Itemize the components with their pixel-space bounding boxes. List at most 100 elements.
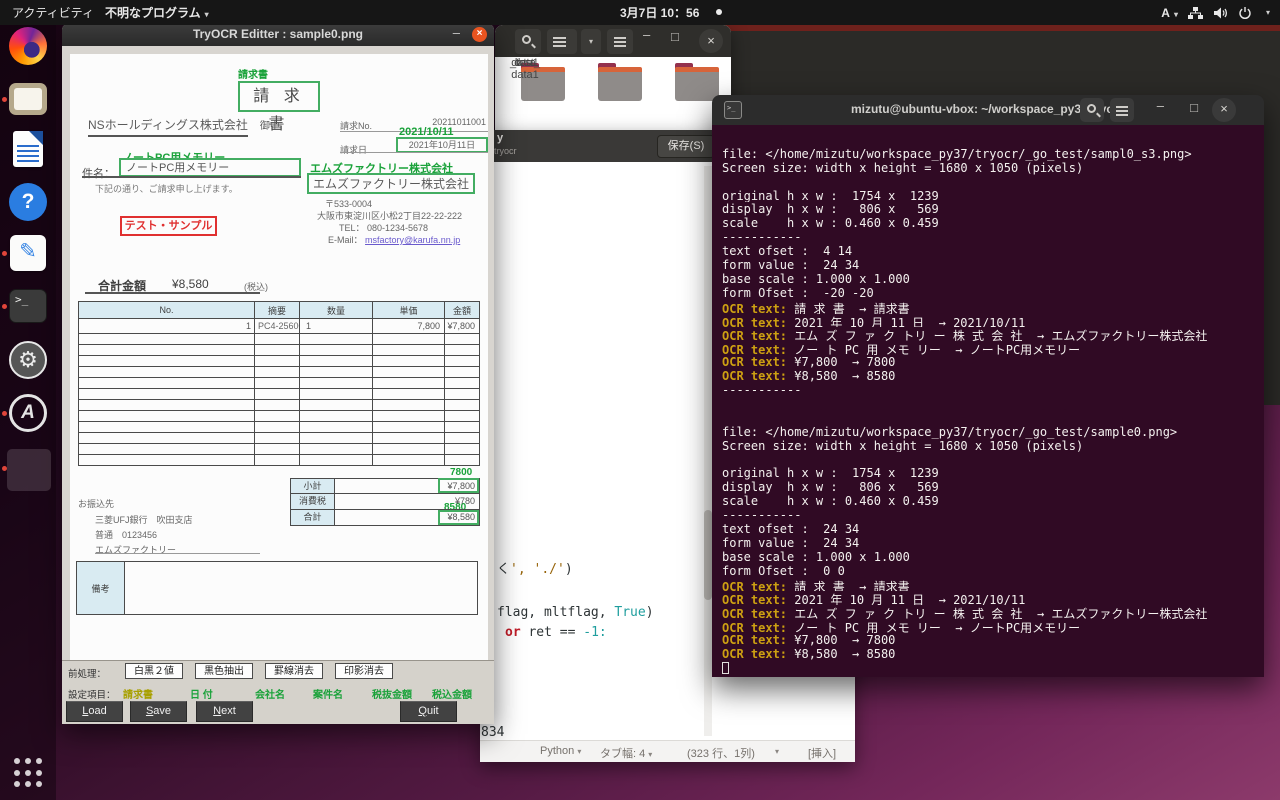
terminal-line: OCR text: ¥8,580 → 8580	[722, 647, 1254, 661]
software-icon: A	[9, 394, 47, 432]
load-button[interactable]: Load	[66, 701, 123, 722]
table-row: 1PC4-25600(DDR4-3200) 16GB SO-DIMM17,800…	[79, 319, 480, 334]
terminal-titlebar[interactable]: >_ mizutu@ubuntu-vbox: ~/workspace_py37/…	[712, 95, 1264, 125]
code-fragment: or ret == -1:	[505, 625, 607, 640]
maximize-icon[interactable]: □	[1190, 100, 1198, 115]
desktop: ▾ – □ × _test_ data1datadata1 y tryocr 保…	[0, 0, 1280, 800]
field-subject[interactable]: 案件名	[313, 686, 343, 701]
terminal-line: scale h x w : 0.460 x 0.459	[722, 494, 1254, 508]
email-link[interactable]: msfactory@karufa.nn.jp	[365, 235, 460, 245]
chevron-down-icon: ▾	[648, 750, 652, 759]
app-menu-button[interactable]: 不明なプログラム▾	[105, 4, 209, 21]
tryocr-window: TryOCR Editter : sample0.png – × 請求書 請 求…	[62, 24, 494, 724]
bank-name: 三菱UFJ銀行 吹田支店	[95, 513, 193, 526]
invoice-canvas[interactable]: 請求書 請 求 書 NSホールディングス株式会社 御中 請求No.2021101…	[62, 46, 494, 660]
next-button[interactable]: Next	[196, 701, 253, 722]
field-date[interactable]: 日 付	[190, 686, 213, 701]
invoice-table-header-row: No.摘要数量単価金額	[79, 302, 480, 319]
clock[interactable]: 3月7日 10：56	[620, 4, 699, 21]
remarks-box: 備考	[76, 561, 478, 615]
tax-row: 消費税¥780	[290, 494, 480, 510]
terminal-output[interactable]: file: </home/mizutu/workspace_py37/tryoc…	[712, 125, 1264, 677]
preprocess-box[interactable]: 罫線消去	[265, 663, 323, 679]
keyboard-layout-indicator[interactable]: A▾	[1161, 6, 1178, 20]
chevron-down-icon[interactable]: ▾	[775, 747, 779, 756]
dock-item-gedit[interactable]: ✎	[9, 234, 47, 272]
terminal-line: form value : 24 34	[722, 536, 1254, 550]
editor-scrollbar-thumb[interactable]	[704, 510, 712, 600]
grand-total-green-box	[438, 510, 479, 525]
tryocr-titlebar[interactable]: TryOCR Editter : sample0.png – ×	[62, 24, 494, 46]
terminal-line: base scale : 1.000 x 1.000	[722, 550, 1254, 564]
dock-item-firefox[interactable]	[9, 27, 47, 65]
invoice-empty-row	[79, 444, 480, 455]
terminal-title: mizutu@ubuntu-vbox: ~/workspace_py37/try…	[712, 102, 1264, 116]
search-icon[interactable]	[1080, 98, 1104, 122]
dock-item-writer[interactable]	[9, 131, 47, 169]
terminal-line: form Ofset : -20 -20	[722, 286, 1254, 300]
minimize-icon[interactable]: –	[453, 25, 460, 40]
column-header: 単価	[373, 302, 445, 319]
maximize-icon[interactable]: □	[671, 29, 679, 44]
power-icon[interactable]	[1238, 6, 1252, 20]
activities-button[interactable]: アクティビティ	[12, 4, 94, 21]
tab-width-selector[interactable]: タブ幅: 4 ▾	[600, 745, 652, 761]
dock-item-app-window[interactable]	[9, 449, 47, 487]
volume-icon[interactable]	[1213, 6, 1228, 20]
network-icon[interactable]	[1188, 6, 1203, 20]
minimize-icon[interactable]: –	[643, 27, 650, 42]
libreoffice-writer-icon	[13, 131, 43, 167]
quit-button[interactable]: Quit	[400, 701, 457, 722]
list-view-icon[interactable]	[547, 29, 577, 54]
save-button[interactable]: 保存(S)	[657, 135, 715, 158]
terminal-line	[722, 661, 1254, 675]
close-icon[interactable]: ×	[1212, 98, 1236, 122]
running-indicator	[2, 251, 7, 256]
field-amount-incl-tax[interactable]: 税込金額	[432, 686, 472, 701]
vendor-box: エムズファクトリー株式会社	[307, 173, 475, 194]
view-options-chevron-icon[interactable]: ▾	[581, 29, 601, 54]
field-invoice-title[interactable]: 請求書	[123, 686, 153, 701]
editor-scrollbar[interactable]	[704, 166, 712, 736]
dock-item-terminal[interactable]: >_	[9, 287, 47, 325]
folder-icon[interactable]	[598, 67, 642, 101]
folder-icon[interactable]	[675, 67, 719, 101]
dock-item-settings[interactable]: ⚙	[9, 341, 47, 379]
preprocess-box[interactable]: 白黒２値	[125, 663, 183, 679]
menu-icon[interactable]	[607, 29, 633, 54]
dock-item-software[interactable]: A	[9, 394, 47, 432]
subject-underline	[82, 160, 301, 178]
preprocess-box[interactable]: 黒色抽出	[195, 663, 253, 679]
field-amount-excl-tax[interactable]: 税抜金額	[372, 686, 412, 701]
field-company[interactable]: 会社名	[255, 686, 285, 701]
insert-mode-indicator[interactable]: [挿入]	[808, 745, 836, 761]
folder-icon[interactable]	[521, 67, 565, 101]
chevron-down-icon[interactable]: ▾	[1266, 8, 1270, 17]
terminal-line: -----------	[722, 383, 1254, 397]
terminal-line: OCR text: ノー ト PC 用 メモ リー → ノートPC用メモリー	[722, 619, 1254, 633]
terminal-line: OCR text: ¥7,800 → 7800	[722, 633, 1254, 647]
dock-item-files[interactable]	[9, 80, 47, 118]
column-header: No.	[79, 302, 255, 319]
terminal-window: >_ mizutu@ubuntu-vbox: ~/workspace_py37/…	[712, 95, 1264, 677]
close-icon[interactable]: ×	[472, 27, 487, 42]
ocr-annotation-subtotal: 7800	[450, 467, 472, 478]
minimize-icon[interactable]: –	[1157, 98, 1164, 113]
save-button[interactable]: Save	[130, 701, 187, 722]
column-header: 摘要	[255, 302, 300, 319]
terminal-line: form value : 24 34	[722, 258, 1254, 272]
files-toolbar: ▾ – □ ×	[495, 25, 731, 57]
dock-item-help[interactable]: ?	[9, 183, 47, 221]
terminal-line: Screen size: width x height = 1680 x 105…	[722, 439, 1254, 453]
terminal-line: OCR text: エム ズ フ ァ ク トリ ー 株 式 会 社 → エムズフ…	[722, 327, 1254, 341]
terminal-line: text ofset : 4 14	[722, 244, 1254, 258]
show-applications-icon[interactable]	[14, 758, 44, 788]
terminal-line: -----------	[722, 230, 1254, 244]
search-icon[interactable]	[515, 29, 541, 54]
terminal-line: original h x w : 1754 x 1239	[722, 466, 1254, 480]
terminal-line: OCR text: ¥8,580 → 8580	[722, 369, 1254, 383]
close-icon[interactable]: ×	[699, 29, 723, 53]
language-selector[interactable]: Python ▾	[540, 745, 581, 757]
preprocess-box[interactable]: 印影消去	[335, 663, 393, 679]
menu-icon[interactable]	[1110, 98, 1134, 122]
